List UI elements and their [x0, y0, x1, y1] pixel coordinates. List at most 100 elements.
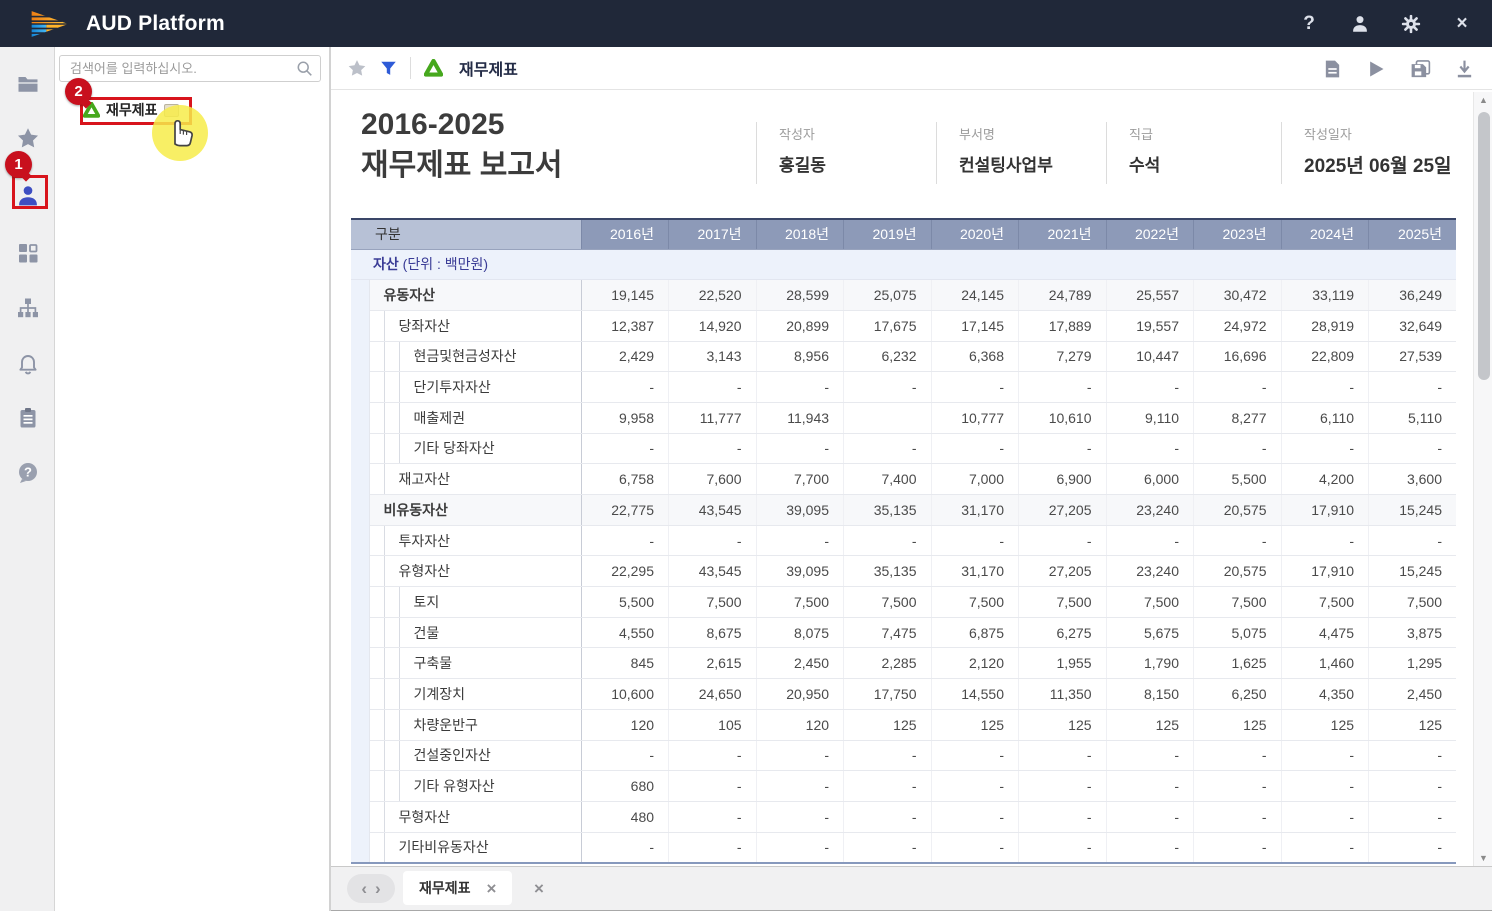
cell-value: 28,919 — [1281, 310, 1369, 341]
cell-value: - — [1194, 372, 1282, 403]
folder-icon — [16, 72, 40, 96]
report-title-line2: 재무제표 보고서 — [361, 145, 563, 186]
cell-value: 11,350 — [1019, 679, 1107, 710]
app-window: AUD Platform ? — [0, 0, 1492, 911]
cell-value: - — [1019, 372, 1107, 403]
user-icon — [15, 183, 41, 209]
table-row: 기계장치10,60024,65020,95017,75014,55011,350… — [351, 679, 1456, 710]
search-input[interactable] — [59, 55, 321, 82]
row-label: 재고자산 — [369, 464, 581, 495]
sidebar-item-report[interactable] — [0, 401, 55, 435]
save-button[interactable] — [1410, 59, 1431, 79]
user-icon — [1349, 13, 1371, 35]
filter-button[interactable] — [380, 60, 397, 77]
cell-value: 5,500 — [581, 587, 669, 618]
section-band — [351, 372, 369, 403]
cell-value: 7,600 — [669, 464, 757, 495]
settings-button[interactable] — [1399, 12, 1423, 36]
cell-value: 20,575 — [1194, 556, 1282, 587]
cell-value: 20,950 — [756, 679, 844, 710]
row-label: 건설중인자산 — [369, 740, 581, 771]
section-unit: (단위 : 백만원) — [399, 256, 488, 272]
tab-financial-statement[interactable]: 재무제표 × — [403, 871, 512, 905]
search-icon[interactable] — [296, 60, 313, 77]
download-button[interactable] — [1455, 59, 1474, 79]
tab-next-button[interactable]: › — [375, 880, 381, 897]
sidebar-item-dashboard[interactable] — [0, 236, 55, 270]
section-band — [351, 801, 369, 832]
cell-value: 14,550 — [931, 679, 1019, 710]
cell-value: - — [669, 525, 757, 556]
tab-label: 재무제표 — [419, 878, 471, 898]
cell-value: 20,575 — [1194, 495, 1282, 526]
close-icon: × — [1456, 13, 1467, 35]
user-button[interactable] — [1348, 12, 1372, 36]
cell-value: 39,095 — [756, 495, 844, 526]
cell-value: 2,450 — [1369, 679, 1457, 710]
cell-value: 43,545 — [669, 556, 757, 587]
scrollbar-thumb[interactable] — [1478, 112, 1490, 380]
cell-value: - — [756, 433, 844, 464]
section-band — [351, 679, 369, 710]
scroll-down-arrow[interactable]: ▼ — [1474, 850, 1492, 866]
section-band — [351, 433, 369, 464]
cell-value: - — [669, 433, 757, 464]
column-header-year: 2020년 — [931, 219, 1019, 249]
favorite-button[interactable] — [347, 58, 367, 78]
cell-value: 22,809 — [1281, 341, 1369, 372]
scroll-up-arrow[interactable]: ▲ — [1474, 92, 1492, 108]
cell-value: 480 — [581, 801, 669, 832]
sidebar-item-help[interactable]: ? — [0, 456, 55, 490]
financial-table: 구분 2016년2017년2018년2019년2020년2021년2022년20… — [351, 218, 1456, 864]
cell-value: 15,245 — [1369, 495, 1457, 526]
table-row: 차량운반구120105120125125125125125125125 — [351, 709, 1456, 740]
sidebar-item-favorites[interactable] — [0, 121, 55, 155]
sidebar-item-folder[interactable] — [0, 67, 55, 101]
close-all-tabs-button[interactable]: × — [534, 880, 544, 897]
close-window-button[interactable]: × — [1450, 12, 1474, 36]
section-band — [351, 464, 369, 495]
cell-value: 2,450 — [756, 648, 844, 679]
cell-value — [844, 402, 932, 433]
cell-value: 9,958 — [581, 402, 669, 433]
cell-value: 11,777 — [669, 402, 757, 433]
column-header-year: 2016년 — [581, 219, 669, 249]
document-button[interactable] — [1323, 59, 1342, 79]
section-band — [351, 771, 369, 802]
cell-value: - — [1194, 771, 1282, 802]
cell-value: - — [1106, 525, 1194, 556]
cell-value: 39,095 — [756, 556, 844, 587]
tab-close-button[interactable]: × — [487, 880, 497, 897]
row-label: 무형자산 — [369, 801, 581, 832]
cell-value: 1,625 — [1194, 648, 1282, 679]
cell-value: 8,150 — [1106, 679, 1194, 710]
cell-value: - — [1194, 433, 1282, 464]
tree-item-open-button[interactable] — [164, 104, 179, 117]
cell-value: 14,920 — [669, 310, 757, 341]
tree-item-financial-statement[interactable]: 재무제표 — [83, 100, 179, 120]
cell-value: 5,500 — [1194, 464, 1282, 495]
sidebar-item-notifications[interactable] — [0, 346, 55, 380]
cell-value: 31,170 — [931, 556, 1019, 587]
cell-value: 7,500 — [1106, 587, 1194, 618]
row-label: 기타 당좌자산 — [369, 433, 581, 464]
cell-value: - — [1369, 372, 1457, 403]
sidebar-item-orgchart[interactable] — [0, 291, 55, 325]
table-row: 무형자산480--------- — [351, 801, 1456, 832]
cell-value: 25,557 — [1106, 280, 1194, 311]
report-main-title: 2016-2025 재무제표 보고서 — [361, 104, 563, 186]
cell-value: 17,889 — [1019, 310, 1107, 341]
cell-value: - — [1019, 771, 1107, 802]
section-band — [351, 617, 369, 648]
help-button[interactable]: ? — [1297, 12, 1321, 36]
report-logo-icon — [424, 59, 443, 77]
dashboard-icon — [16, 241, 40, 265]
cell-value: - — [844, 525, 932, 556]
sidebar-item-user[interactable] — [0, 179, 55, 213]
run-button[interactable] — [1366, 59, 1386, 79]
cell-value: - — [1194, 525, 1282, 556]
cell-value: 125 — [1281, 709, 1369, 740]
tab-prev-button[interactable]: ‹ — [361, 880, 367, 897]
section-band — [351, 709, 369, 740]
table-header-row: 구분 2016년2017년2018년2019년2020년2021년2022년20… — [351, 219, 1456, 249]
